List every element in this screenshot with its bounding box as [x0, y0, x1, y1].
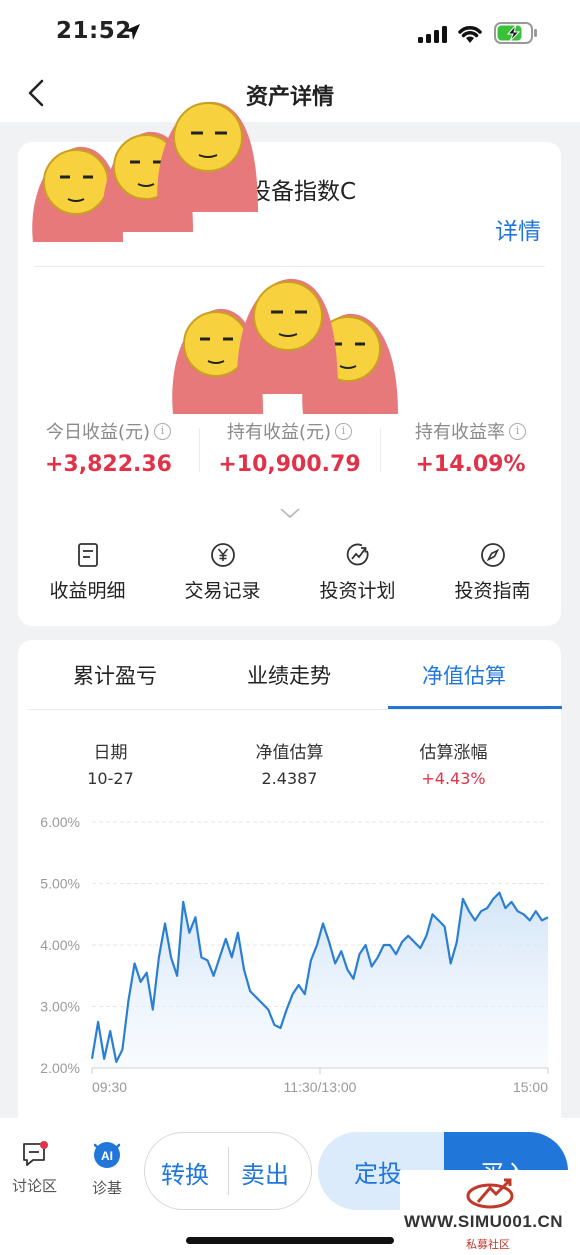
stat-value: +3,822.36	[45, 452, 172, 477]
action-label: 投资计划	[319, 580, 396, 602]
chevron-down-icon[interactable]	[279, 506, 301, 520]
divider	[228, 1147, 229, 1195]
info-icon[interactable]: i	[154, 422, 172, 440]
chat-bubble-icon	[22, 1141, 48, 1166]
yen-circle-icon	[210, 543, 235, 567]
compass-icon	[480, 543, 505, 567]
watermark-text: WWW.SIMU001.CN	[404, 1212, 564, 1231]
chart-card: 累计盈亏 业绩走势 净值估算 日期 10-27 净值估算 2.4387 估算涨幅…	[18, 640, 562, 1120]
x-tick-label: 09:30	[92, 1079, 127, 1095]
battery-charging-icon	[494, 22, 537, 44]
convert-button[interactable]: 转换	[161, 1155, 209, 1190]
earnings-stats: 今日收益(元) i +3,822.36 持有收益(元) i +10,900.79 持…	[18, 418, 561, 478]
stat-label: 今日收益(元)	[45, 422, 151, 443]
y-tick-label: 4.00%	[40, 937, 80, 953]
stat-value: +10,900.79	[218, 452, 361, 477]
y-tick-label: 6.00%	[40, 814, 80, 830]
trend-circle-icon	[346, 543, 368, 566]
action-label: 交易记录	[184, 580, 261, 602]
y-tick-label: 5.00%	[40, 876, 80, 892]
discuss-label: 讨论区	[12, 1177, 58, 1195]
diagnose-label: 诊基	[91, 1179, 122, 1197]
svg-text:AI: AI	[101, 1149, 113, 1163]
info-value: 10-27	[87, 769, 134, 788]
tab-cumulative-pnl[interactable]: 累计盈亏	[28, 660, 202, 690]
stat-today-earnings: 今日收益(元) i +3,822.36	[18, 418, 199, 477]
watermark-subtext: 私募社区	[466, 1238, 510, 1251]
action-invest-plan[interactable]: 投资计划	[290, 542, 425, 603]
chart-area-fill	[92, 892, 548, 1068]
info-value: +4.43%	[421, 769, 486, 788]
watermark-logo-icon	[466, 1178, 514, 1209]
sell-button[interactable]: 卖出	[241, 1155, 289, 1190]
action-row: 收益明细 交易记录 投资计划 投资指南	[18, 542, 561, 612]
tab-performance-trend[interactable]: 业绩走势	[202, 660, 376, 690]
sticker-emoji-group	[172, 278, 398, 414]
wifi-icon	[458, 26, 482, 43]
stat-label: 持有收益率	[415, 422, 505, 443]
y-tick-label: 3.00%	[40, 999, 80, 1015]
stat-holding-rate: 持有收益率 i +14.09%	[380, 418, 561, 477]
detail-link[interactable]: 详情	[495, 212, 541, 246]
action-label: 收益明细	[49, 580, 126, 602]
tab-nav-estimate[interactable]: 净值估算	[377, 660, 551, 690]
document-icon	[77, 543, 98, 567]
info-nav: 净值估算 2.4387	[199, 738, 380, 788]
cellular-signal-icon	[418, 26, 447, 43]
info-value: 2.4387	[261, 769, 318, 788]
info-change: 估算涨幅 +4.43%	[363, 738, 544, 788]
info-icon[interactable]: i	[509, 422, 526, 440]
location-arrow-icon	[124, 24, 140, 40]
info-label: 净值估算	[255, 743, 324, 763]
auto-invest-label: 定投	[354, 1160, 402, 1188]
diagnose-button[interactable]: AI 诊基	[88, 1140, 126, 1198]
discuss-button[interactable]: 讨论区	[12, 1140, 57, 1196]
x-tick-label: 15:00	[513, 1079, 548, 1095]
status-bar: 21:52	[0, 0, 580, 66]
site-watermark: WWW.SIMU001.CN 私募社区	[400, 1170, 580, 1255]
tab-active-indicator	[388, 706, 562, 709]
home-indicator	[186, 1237, 394, 1244]
x-tick-label: 11:30/13:00	[284, 1079, 357, 1095]
info-label: 估算涨幅	[419, 743, 488, 763]
action-label: 投资指南	[454, 580, 531, 602]
ai-badge-icon: AI	[93, 1142, 121, 1168]
convert-sell-group: 转换 卖出	[144, 1132, 312, 1210]
action-invest-guide[interactable]: 投资指南	[425, 542, 560, 603]
info-label: 日期	[93, 743, 128, 763]
info-date: 日期 10-27	[20, 738, 201, 788]
tab-bar: 累计盈亏 业绩走势 净值估算	[28, 640, 562, 710]
nav-estimate-chart[interactable]: 6.00% 5.00% 4.00% 3.00% 2.00% 09:30 11:30/13:0…	[18, 805, 561, 1120]
action-earnings-detail[interactable]: 收益明细	[20, 542, 155, 603]
status-time: 21:52	[56, 18, 132, 44]
divider	[34, 266, 545, 267]
y-tick-label: 2.00%	[40, 1060, 80, 1076]
stat-holding-earnings: 持有收益(元) i +10,900.79	[199, 418, 380, 477]
stat-value: +14.09%	[415, 452, 526, 477]
sticker-emoji-group	[32, 101, 258, 242]
action-trade-records[interactable]: 交易记录	[155, 542, 290, 603]
info-icon[interactable]: i	[335, 422, 353, 440]
